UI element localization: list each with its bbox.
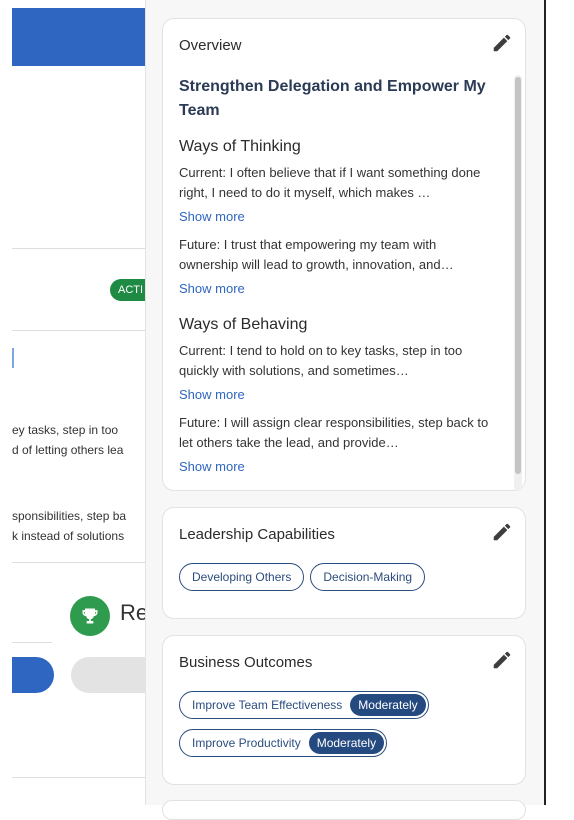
pencil-icon	[493, 34, 511, 52]
edit-overview-button[interactable]	[491, 32, 513, 54]
ways-of-behaving-heading: Ways of Behaving	[179, 316, 308, 333]
current-text-snippet: ey tasks, step in too	[12, 423, 119, 437]
outcome-chip-row: Improve Productivity Moderately	[179, 729, 393, 757]
thinking-current-text: Current: I often believe that if I want …	[179, 165, 481, 200]
edit-leadership-button[interactable]	[491, 521, 513, 543]
input-field-edge[interactable]	[12, 348, 14, 368]
next-card	[162, 800, 526, 820]
outcome-label: Improve Team Effectiveness	[192, 698, 343, 712]
divider	[12, 330, 152, 331]
outcome-label: Improve Productivity	[192, 736, 301, 750]
capability-chips: Developing Others Decision-Making	[179, 563, 431, 591]
future-text-snippet: sponsibilities, step ba	[12, 509, 127, 523]
drawer-border	[544, 0, 546, 805]
divider	[12, 642, 52, 643]
primary-tab-button[interactable]	[12, 657, 54, 693]
show-more-link[interactable]: Show more	[179, 385, 499, 405]
capability-chip[interactable]: Decision-Making	[310, 563, 426, 591]
goal-title: Strengthen Delegation and Empower My Tea…	[179, 78, 486, 119]
capability-chip[interactable]: Developing Others	[179, 563, 305, 591]
outcome-chip[interactable]: Improve Team Effectiveness Moderately	[179, 691, 429, 719]
overview-scroll-area[interactable]: Strengthen Delegation and Empower My Tea…	[179, 75, 499, 485]
business-outcomes-card: Business Outcomes Improve Team Effective…	[162, 635, 526, 785]
show-more-link[interactable]: Show more	[179, 457, 499, 477]
overview-title: Overview	[179, 37, 242, 54]
behaving-future-text: Future: I will assign clear responsibili…	[179, 415, 489, 450]
future-text-snippet: k instead of solutions	[12, 529, 125, 543]
outcome-level-badge: Moderately	[350, 694, 426, 716]
section-heading: Re	[120, 600, 149, 625]
goal-details-drawer: Overview Strengthen Delegation and Empow…	[146, 0, 544, 820]
outcome-level-badge: Moderately	[308, 732, 385, 754]
trophy-icon	[70, 596, 110, 636]
outcome-chip[interactable]: Improve Productivity Moderately	[179, 729, 388, 757]
outcome-chip-row: Improve Team Effectiveness Moderately	[179, 691, 435, 719]
divider	[12, 248, 152, 249]
leadership-capabilities-card: Leadership Capabilities Developing Other…	[162, 507, 526, 619]
show-more-link[interactable]: Show more	[179, 279, 499, 299]
business-outcomes-title: Business Outcomes	[179, 654, 313, 671]
overview-card: Overview Strengthen Delegation and Empow…	[162, 18, 526, 491]
pencil-icon	[493, 523, 511, 541]
ways-of-thinking-heading: Ways of Thinking	[179, 138, 301, 155]
thinking-future-text: Future: I trust that empowering my team …	[179, 237, 454, 272]
show-more-link[interactable]: Show more	[179, 207, 499, 227]
edit-outcomes-button[interactable]	[491, 649, 513, 671]
divider	[12, 777, 152, 778]
scrollbar-thumb[interactable]	[515, 77, 521, 474]
current-text-snippet: d of letting others lea	[12, 443, 124, 457]
leadership-capabilities-title: Leadership Capabilities	[179, 526, 335, 543]
divider	[12, 562, 152, 563]
behaving-current-text: Current: I tend to hold on to key tasks,…	[179, 343, 463, 378]
pencil-icon	[493, 651, 511, 669]
